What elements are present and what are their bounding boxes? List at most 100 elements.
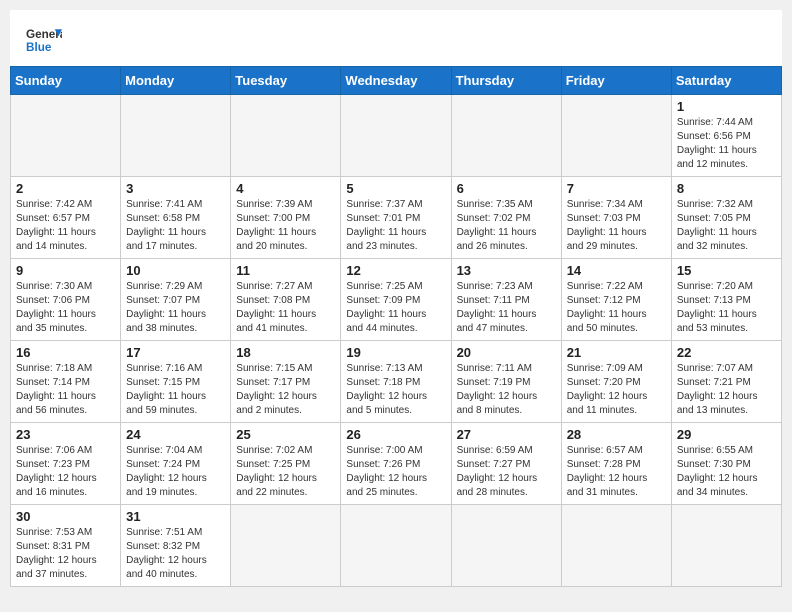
day-number: 7 <box>567 181 666 196</box>
day-header-sunday: Sunday <box>11 67 121 95</box>
day-header-tuesday: Tuesday <box>231 67 341 95</box>
calendar-cell: 12 Sunrise: 7:25 AM Sunset: 7:09 PM Dayli… <box>341 259 451 341</box>
calendar-cell <box>561 505 671 587</box>
calendar-cell <box>231 505 341 587</box>
day-info: Sunrise: 7:22 AM Sunset: 7:12 PM Dayligh… <box>567 280 666 336</box>
calendar-cell: 14 Sunrise: 7:22 AM Sunset: 7:12 PM Dayli… <box>561 259 671 341</box>
calendar-table: SundayMondayTuesdayWednesdayThursdayFrid… <box>10 66 782 587</box>
day-info: Sunrise: 7:23 AM Sunset: 7:11 PM Dayligh… <box>457 280 556 336</box>
day-info: Sunrise: 7:51 AM Sunset: 8:32 PM Dayligh… <box>126 526 225 582</box>
calendar-cell: 9 Sunrise: 7:30 AM Sunset: 7:06 PM Daylig… <box>11 259 121 341</box>
calendar-cell: 25 Sunrise: 7:02 AM Sunset: 7:25 PM Dayli… <box>231 423 341 505</box>
day-number: 31 <box>126 509 225 524</box>
day-info: Sunrise: 7:39 AM Sunset: 7:00 PM Dayligh… <box>236 198 335 254</box>
calendar-cell: 27Sunrise: 6:59 AM Sunset: 7:27 PM Dayli… <box>451 423 561 505</box>
day-number: 22 <box>677 345 776 360</box>
page-header: General Blue <box>10 10 782 66</box>
day-number: 4 <box>236 181 335 196</box>
day-number: 16 <box>16 345 115 360</box>
day-info: Sunrise: 7:35 AM Sunset: 7:02 PM Dayligh… <box>457 198 556 254</box>
day-info: Sunrise: 6:57 AM Sunset: 7:28 PM Dayligh… <box>567 444 666 500</box>
day-info: Sunrise: 7:13 AM Sunset: 7:18 PM Dayligh… <box>346 362 445 418</box>
day-info: Sunrise: 7:25 AM Sunset: 7:09 PM Dayligh… <box>346 280 445 336</box>
day-info: Sunrise: 7:20 AM Sunset: 7:13 PM Dayligh… <box>677 280 776 336</box>
day-info: Sunrise: 7:15 AM Sunset: 7:17 PM Dayligh… <box>236 362 335 418</box>
calendar-cell <box>341 95 451 177</box>
calendar-cell: 18Sunrise: 7:15 AM Sunset: 7:17 PM Dayli… <box>231 341 341 423</box>
calendar-cell <box>671 505 781 587</box>
svg-text:Blue: Blue <box>26 41 52 54</box>
day-info: Sunrise: 7:53 AM Sunset: 8:31 PM Dayligh… <box>16 526 115 582</box>
day-number: 19 <box>346 345 445 360</box>
day-number: 8 <box>677 181 776 196</box>
day-info: Sunrise: 7:04 AM Sunset: 7:24 PM Dayligh… <box>126 444 225 500</box>
day-number: 10 <box>126 263 225 278</box>
calendar-cell <box>561 95 671 177</box>
calendar-cell: 19 Sunrise: 7:13 AM Sunset: 7:18 PM Dayli… <box>341 341 451 423</box>
day-number: 3 <box>126 181 225 196</box>
day-number: 5 <box>346 181 445 196</box>
day-number: 9 <box>16 263 115 278</box>
calendar-cell: 4 Sunrise: 7:39 AM Sunset: 7:00 PM Daylig… <box>231 177 341 259</box>
day-info: Sunrise: 7:41 AM Sunset: 6:58 PM Dayligh… <box>126 198 225 254</box>
day-number: 13 <box>457 263 556 278</box>
day-number: 17 <box>126 345 225 360</box>
calendar-cell: 2Sunrise: 7:42 AM Sunset: 6:57 PM Daylig… <box>11 177 121 259</box>
day-info: Sunrise: 7:11 AM Sunset: 7:19 PM Dayligh… <box>457 362 556 418</box>
day-info: Sunrise: 7:29 AM Sunset: 7:07 PM Dayligh… <box>126 280 225 336</box>
day-header-monday: Monday <box>121 67 231 95</box>
day-info: Sunrise: 7:06 AM Sunset: 7:23 PM Dayligh… <box>16 444 115 500</box>
day-header-saturday: Saturday <box>671 67 781 95</box>
day-number: 26 <box>346 427 445 442</box>
day-info: Sunrise: 7:32 AM Sunset: 7:05 PM Dayligh… <box>677 198 776 254</box>
calendar-cell: 29Sunrise: 6:55 AM Sunset: 7:30 PM Dayli… <box>671 423 781 505</box>
calendar-cell: 8 Sunrise: 7:32 AM Sunset: 7:05 PM Daylig… <box>671 177 781 259</box>
day-number: 28 <box>567 427 666 442</box>
calendar-cell <box>231 95 341 177</box>
calendar-cell: 30Sunrise: 7:53 AM Sunset: 8:31 PM Dayli… <box>11 505 121 587</box>
day-info: Sunrise: 7:37 AM Sunset: 7:01 PM Dayligh… <box>346 198 445 254</box>
day-number: 25 <box>236 427 335 442</box>
day-number: 21 <box>567 345 666 360</box>
calendar-cell: 1Sunrise: 7:44 AM Sunset: 6:56 PM Daylig… <box>671 95 781 177</box>
day-number: 29 <box>677 427 776 442</box>
day-number: 14 <box>567 263 666 278</box>
calendar-cell: 22 Sunrise: 7:07 AM Sunset: 7:21 PM Dayli… <box>671 341 781 423</box>
day-info: Sunrise: 7:27 AM Sunset: 7:08 PM Dayligh… <box>236 280 335 336</box>
day-number: 12 <box>346 263 445 278</box>
day-info: Sunrise: 6:59 AM Sunset: 7:27 PM Dayligh… <box>457 444 556 500</box>
logo-icon: General Blue <box>26 22 62 58</box>
calendar-cell: 16 Sunrise: 7:18 AM Sunset: 7:14 PM Dayli… <box>11 341 121 423</box>
calendar-cell: 20 Sunrise: 7:11 AM Sunset: 7:19 PM Dayli… <box>451 341 561 423</box>
calendar-cell: 7 Sunrise: 7:34 AM Sunset: 7:03 PM Daylig… <box>561 177 671 259</box>
calendar-cell <box>121 95 231 177</box>
calendar-cell: 11 Sunrise: 7:27 AM Sunset: 7:08 PM Dayli… <box>231 259 341 341</box>
calendar-cell: 10 Sunrise: 7:29 AM Sunset: 7:07 PM Dayli… <box>121 259 231 341</box>
day-info: Sunrise: 7:34 AM Sunset: 7:03 PM Dayligh… <box>567 198 666 254</box>
day-info: Sunrise: 7:00 AM Sunset: 7:26 PM Dayligh… <box>346 444 445 500</box>
day-number: 15 <box>677 263 776 278</box>
day-number: 24 <box>126 427 225 442</box>
calendar-cell: 23Sunrise: 7:06 AM Sunset: 7:23 PM Dayli… <box>11 423 121 505</box>
day-number: 6 <box>457 181 556 196</box>
calendar-cell: 13 Sunrise: 7:23 AM Sunset: 7:11 PM Dayli… <box>451 259 561 341</box>
calendar-cell: 6 Sunrise: 7:35 AM Sunset: 7:02 PM Daylig… <box>451 177 561 259</box>
day-info: Sunrise: 7:07 AM Sunset: 7:21 PM Dayligh… <box>677 362 776 418</box>
day-header-wednesday: Wednesday <box>341 67 451 95</box>
calendar-cell: 26 Sunrise: 7:00 AM Sunset: 7:26 PM Dayli… <box>341 423 451 505</box>
calendar-header: SundayMondayTuesdayWednesdayThursdayFrid… <box>11 67 782 95</box>
calendar-cell: 15 Sunrise: 7:20 AM Sunset: 7:13 PM Dayli… <box>671 259 781 341</box>
day-info: Sunrise: 7:02 AM Sunset: 7:25 PM Dayligh… <box>236 444 335 500</box>
calendar-body: 1Sunrise: 7:44 AM Sunset: 6:56 PM Daylig… <box>11 95 782 587</box>
calendar-cell: 17Sunrise: 7:16 AM Sunset: 7:15 PM Dayli… <box>121 341 231 423</box>
calendar-cell: 31 Sunrise: 7:51 AM Sunset: 8:32 PM Dayli… <box>121 505 231 587</box>
day-number: 20 <box>457 345 556 360</box>
day-number: 11 <box>236 263 335 278</box>
day-info: Sunrise: 7:30 AM Sunset: 7:06 PM Dayligh… <box>16 280 115 336</box>
calendar-cell: 21Sunrise: 7:09 AM Sunset: 7:20 PM Dayli… <box>561 341 671 423</box>
calendar-cell <box>341 505 451 587</box>
day-info: Sunrise: 7:18 AM Sunset: 7:14 PM Dayligh… <box>16 362 115 418</box>
calendar-page: General Blue SundayMondayTuesdayWednesda… <box>10 10 782 587</box>
calendar-cell <box>451 95 561 177</box>
day-header-thursday: Thursday <box>451 67 561 95</box>
